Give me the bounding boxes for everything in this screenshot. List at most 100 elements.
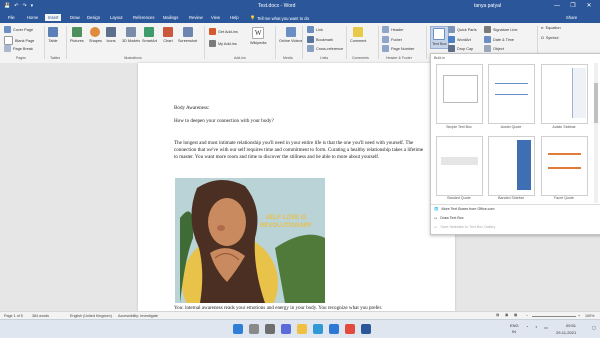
language-indicator[interactable]: English (United Kingdom) [70,314,112,318]
store-app-icon[interactable] [345,324,355,334]
drop-cap-icon [448,45,455,52]
cover-page-button[interactable]: Cover Page [4,26,33,33]
symbol-button[interactable]: Ω Symbol [541,36,559,40]
accessibility-checker[interactable]: Accessibility: Investigate [118,314,158,318]
widgets-icon[interactable] [281,324,291,334]
clock-time[interactable]: 09:51 [566,323,576,328]
clock-date[interactable]: 29-11-2021 [556,330,576,335]
my-addins-button[interactable]: My Add-ins [209,40,237,47]
tab-review[interactable]: Review [189,15,203,20]
doc-paragraph[interactable]: The longest and most intimate relationsh… [174,140,426,162]
wordart-button[interactable]: WordArt [448,36,471,43]
table-button[interactable]: Table [48,27,58,43]
tab-mailings[interactable]: Mailings [163,15,178,20]
web-layout-icon[interactable]: ▦ [514,313,517,317]
search-icon[interactable] [249,324,259,334]
online-videos-button[interactable]: Online Videos [279,27,303,43]
3d-models-button[interactable]: 3D Models [122,27,140,43]
customize-qat-icon[interactable]: ▾ [31,3,34,9]
volume-icon[interactable]: ◖ [535,325,537,329]
shapes-icon [90,27,101,37]
tab-home[interactable]: Home [27,15,38,20]
comment-button[interactable]: Comment [350,27,366,43]
gallery-item-banded-quote[interactable] [436,136,483,196]
tell-me-box[interactable]: 💡 Tell me what you want to do [250,15,309,21]
more-text-boxes-item[interactable]: 🌐 More Text Boxes from Office.com [434,207,494,211]
mail-icon[interactable] [329,324,339,334]
wifi-icon[interactable]: ◔ [526,325,528,329]
edge-icon[interactable] [313,324,323,334]
word-app-icon[interactable] [361,324,371,334]
word-count[interactable]: 384 words [32,314,49,318]
gallery-item-austin-sidebar[interactable] [541,64,588,124]
zoom-in-icon[interactable]: + [578,314,580,318]
doc-heading[interactable]: Body Awareness: [174,105,209,111]
smartart-button[interactable]: SmartArt [142,27,157,43]
close-button[interactable]: ✕ [584,1,594,11]
signature-line-button[interactable]: Signature Line [484,26,518,33]
scrollbar-thumb[interactable] [594,83,598,123]
screenshot-button[interactable]: Screenshot [178,27,197,43]
gallery-scrollbar[interactable] [594,63,598,203]
shapes-button[interactable]: Shapes [89,27,102,43]
page-count[interactable]: Page 1 of 5 [4,314,23,318]
gallery-item-banded-sidebar[interactable] [488,136,535,196]
icons-button[interactable]: Icons [106,27,116,43]
restore-button[interactable]: ❐ [568,1,578,11]
link-button[interactable]: Link [307,26,323,33]
minimize-button[interactable]: — [552,1,562,11]
page-break-button[interactable]: Page Break [4,45,33,52]
undo-icon[interactable]: ↶ [14,3,18,9]
doc-question[interactable]: How to deepen your connection with your … [174,118,274,124]
shapes-label: Shapes [89,39,102,43]
cross-reference-label: Cross-reference [316,46,344,51]
tab-insert[interactable]: Insert [45,14,62,21]
draw-text-box-item[interactable]: ▭ Draw Text Box [434,216,464,220]
read-mode-icon[interactable]: ▤ [496,313,499,317]
tab-design[interactable]: Design [87,15,100,20]
gallery-item-austin-quote[interactable] [488,64,535,124]
cross-reference-button[interactable]: Cross-reference [307,45,343,52]
quick-parts-button[interactable]: Quick Parts [448,26,477,33]
bookmark-icon [307,36,314,43]
print-layout-icon[interactable]: ▣ [505,313,508,317]
task-view-icon[interactable] [265,324,275,334]
header-button[interactable]: Header [382,26,403,33]
bookmark-button[interactable]: Bookmark [307,36,333,43]
zoom-slider[interactable] [532,316,576,317]
footer-button[interactable]: Footer [382,36,402,43]
file-explorer-icon[interactable] [297,324,307,334]
wikipedia-button[interactable]: W Wikipedia [250,27,266,45]
battery-icon[interactable]: ▭ [544,325,548,330]
share-button[interactable]: Share [566,15,577,20]
quick-access-toolbar: 💾 ↶ ↷ ▾ [4,2,33,10]
notifications-icon[interactable]: ▢ [592,325,596,330]
get-addins-button[interactable]: Get Add-ins [209,28,238,35]
self-love-illustration[interactable]: SELF LOVE IS REVOLUTIONARY [175,178,325,303]
zoom-out-icon[interactable]: − [526,314,528,318]
zoom-level[interactable]: 100% [585,314,594,318]
tab-references[interactable]: References [133,15,154,20]
user-name[interactable]: tanya patyal [474,3,501,9]
tab-draw[interactable]: Draw [70,15,80,20]
tab-layout[interactable]: Layout [110,15,123,20]
text-box-button[interactable]: Text Box [430,26,449,49]
pictures-button[interactable]: Pictures [70,27,84,43]
blank-page-button[interactable]: Blank Page [4,36,34,45]
save-icon[interactable]: 💾 [4,3,10,9]
start-icon[interactable] [233,324,243,334]
gallery-item-simple-text-box[interactable] [436,64,483,124]
date-time-button[interactable]: Date & Time [484,36,514,43]
equation-button[interactable]: π Equation [541,26,561,30]
drop-cap-button[interactable]: Drop Cap [448,45,473,52]
page-number-button[interactable]: Page Number [382,45,414,52]
tab-view[interactable]: View [211,15,220,20]
chart-button[interactable]: Chart [163,27,173,43]
tab-help[interactable]: Help [230,15,239,20]
redo-icon[interactable]: ↷ [22,3,26,9]
region-code[interactable]: IN [512,329,516,334]
object-button[interactable]: Object [484,45,504,52]
language-code[interactable]: ENG [510,323,519,328]
gallery-item-facet-quote[interactable] [541,136,588,196]
tab-file[interactable]: File [8,15,15,20]
